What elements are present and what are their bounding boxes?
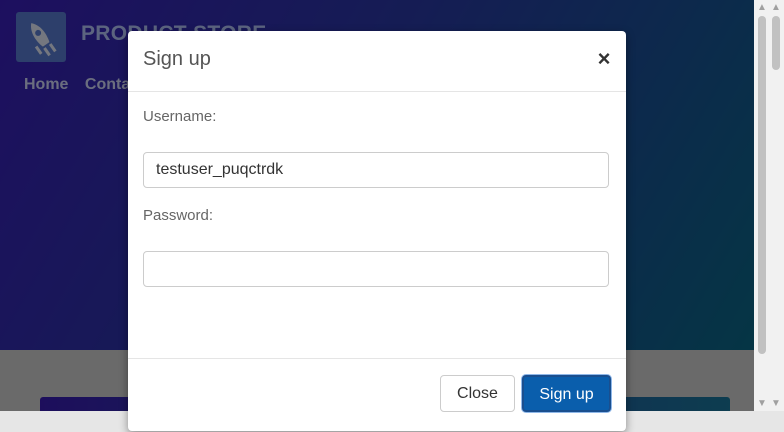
password-field[interactable] bbox=[143, 251, 609, 287]
arrow-up-icon[interactable]: ▲ bbox=[770, 2, 782, 14]
scrollbar-thumb[interactable] bbox=[772, 16, 780, 70]
arrow-up-icon[interactable]: ▲ bbox=[756, 2, 768, 14]
arrow-down-icon[interactable]: ▼ bbox=[770, 398, 782, 410]
scrollbar-thumb[interactable] bbox=[758, 16, 766, 354]
signup-button[interactable]: Sign up bbox=[522, 375, 611, 412]
password-label: Password: bbox=[143, 207, 214, 224]
modal-title: Sign up bbox=[143, 48, 211, 70]
arrow-down-icon[interactable]: ▼ bbox=[756, 398, 768, 410]
signup-modal: Sign up × Username: Password: Close Sign… bbox=[128, 31, 626, 431]
username-label: Username: bbox=[143, 108, 217, 125]
username-field[interactable] bbox=[143, 152, 609, 188]
close-icon[interactable]: × bbox=[594, 47, 614, 71]
close-button[interactable]: Close bbox=[440, 375, 515, 412]
modal-header: Sign up × bbox=[128, 31, 626, 92]
modal-footer: Close Sign up bbox=[128, 358, 626, 432]
